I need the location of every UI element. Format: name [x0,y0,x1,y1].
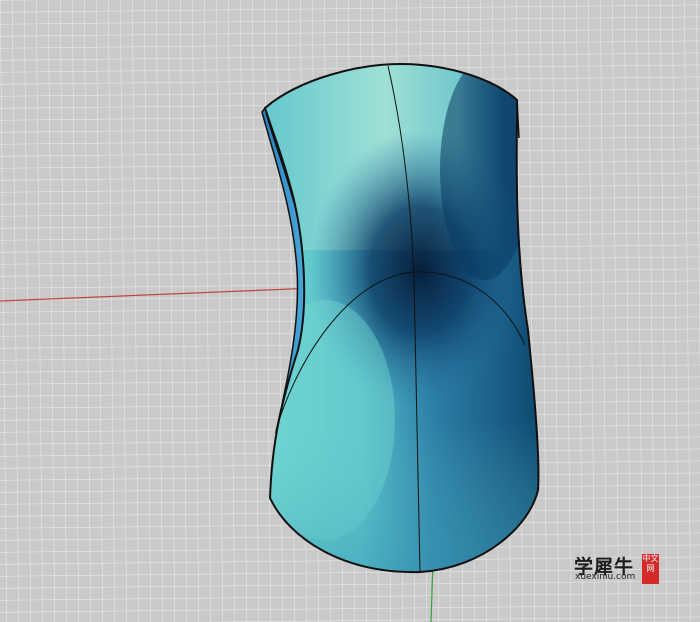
watermark-seal: 中文网 [642,554,659,584]
perspective-viewport[interactable]: 学犀牛 xuexiniu.com 中文网 [0,0,700,622]
watermark-domain: xuexiniu.com [575,572,636,582]
viewport-canvas[interactable] [0,0,700,622]
watermark-logo: 学犀牛 xuexiniu.com 中文网 [574,552,664,586]
